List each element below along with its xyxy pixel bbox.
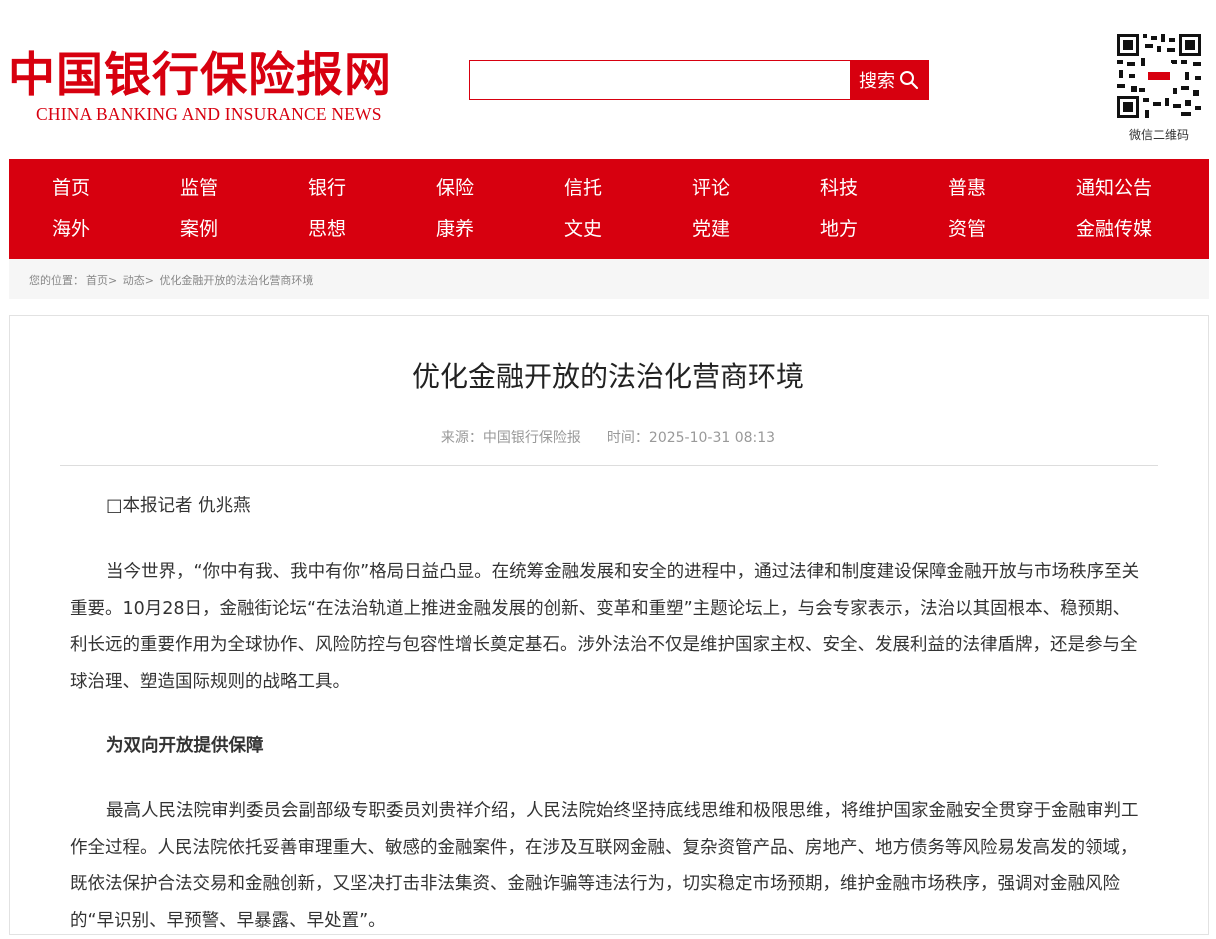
article-title: 优化金融开放的法治化营商环境 [411, 360, 804, 393]
nav-item-trust[interactable]: 信托 [564, 176, 602, 200]
qr-caption: 微信二维码 [1128, 128, 1189, 142]
breadcrumb-home[interactable]: 首页> [86, 274, 117, 287]
nav-item-financial-media[interactable]: 金融传媒 [1076, 217, 1152, 241]
article-meta: 来源：中国银行保险报 时间：2025-10-31 08:13 [0, 427, 1216, 447]
nav-item-cases[interactable]: 案例 [180, 217, 218, 241]
nav-item-regulation[interactable]: 监管 [180, 176, 218, 200]
search-button[interactable]: 搜索 [850, 61, 928, 99]
wechat-qr-code [1115, 32, 1203, 120]
nav-item-notices[interactable]: 通知公告 [1076, 176, 1152, 200]
site-logo-english[interactable]: CHINA BANKING AND INSURANCE NEWS [36, 104, 382, 125]
title-divider [60, 465, 1158, 466]
nav-item-technology[interactable]: 科技 [820, 176, 858, 200]
breadcrumb-news[interactable]: 动态> [123, 274, 154, 287]
nav-item-banking[interactable]: 银行 [308, 176, 346, 200]
main-nav: 首页 监管 银行 保险 信托 评论 科技 普惠 通知公告 海外 案例 思想 康养… [9, 159, 1209, 259]
nav-item-insurance[interactable]: 保险 [436, 176, 474, 200]
nav-item-asset-management[interactable]: 资管 [948, 217, 986, 241]
site-logo[interactable]: 中国银行保险报网 [8, 46, 392, 106]
breadcrumb-current: 优化金融开放的法治化营商环境 [159, 274, 314, 287]
article-source: 来源：中国银行保险报 [440, 430, 581, 446]
nav-item-wellness[interactable]: 康养 [436, 217, 474, 241]
nav-item-local[interactable]: 地方 [820, 217, 858, 241]
nav-item-home[interactable]: 首页 [52, 176, 90, 200]
search-bar: 搜索 [469, 60, 929, 100]
breadcrumb: 您的位置： 首页> 动态> 优化金融开放的法治化营商环境 [9, 259, 1209, 299]
nav-item-overseas[interactable]: 海外 [52, 217, 90, 241]
nav-item-party-building[interactable]: 党建 [692, 217, 730, 241]
article-subheading: 为双向开放提供保障 [106, 736, 264, 756]
article-paragraph: 当今世界，“你中有我、我中有你”格局日益凸显。在统筹金融发展和安全的进程中，通过… [70, 562, 1140, 692]
article-byline: □本报记者 仇兆燕 [106, 496, 251, 516]
search-input[interactable] [470, 61, 850, 99]
nav-item-culture-history[interactable]: 文史 [564, 217, 602, 241]
breadcrumb-prefix: 您的位置： [29, 274, 84, 287]
search-button-label: 搜索 [859, 71, 895, 92]
nav-item-inclusive[interactable]: 普惠 [948, 176, 986, 200]
nav-item-commentary[interactable]: 评论 [692, 176, 730, 200]
nav-item-thought[interactable]: 思想 [308, 217, 346, 241]
search-icon [900, 71, 919, 90]
article-time: 时间：2025-10-31 08:13 [606, 430, 776, 446]
article-paragraph: 最高人民法院审判委员会副部级专职委员刘贵祥介绍，人民法院始终坚持底线思维和极限思… [70, 801, 1139, 931]
